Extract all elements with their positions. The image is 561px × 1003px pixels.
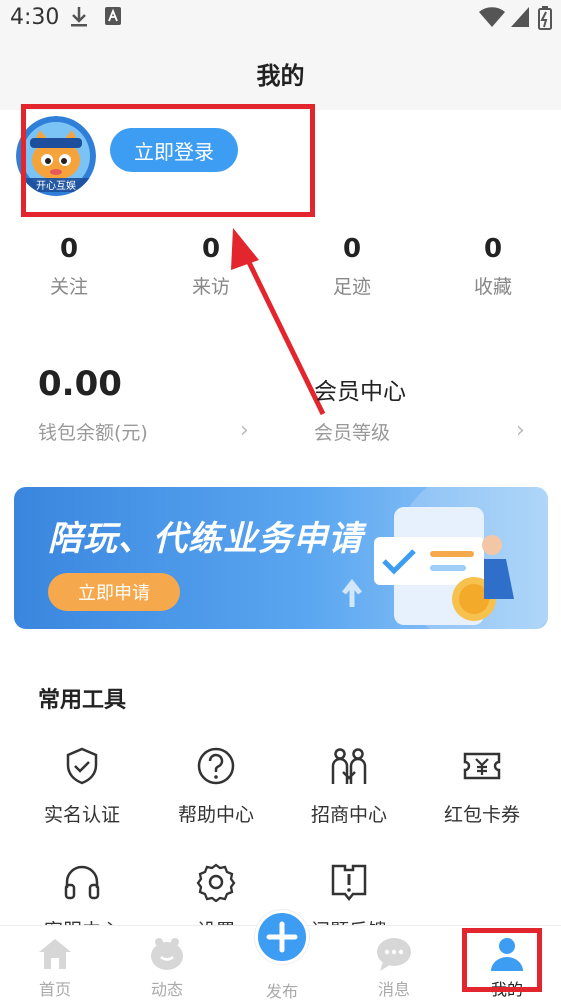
tab-mine[interactable]: 我的 — [462, 926, 552, 1003]
tab-home[interactable]: 首页 — [10, 926, 100, 1003]
tool-label: 实名认证 — [43, 804, 120, 826]
tool-investment-center[interactable]: 招商中心 — [279, 746, 419, 827]
stat-following[interactable]: 0 关注 — [24, 234, 114, 299]
service-banner[interactable]: 陪玩、代练业务申请 立即申请 — [14, 487, 548, 629]
stat-value: 0 — [483, 234, 503, 264]
tab-dynamic[interactable]: 动态 — [122, 926, 212, 1003]
user-icon — [491, 938, 523, 971]
shield-check-icon — [66, 747, 98, 785]
tool-real-name-auth[interactable]: 实名认证 — [12, 746, 152, 827]
status-bar: 4:30 — [0, 0, 561, 36]
stat-visitors[interactable]: 0 来访 — [166, 234, 256, 299]
header: 我的 — [0, 36, 561, 110]
member-label: 会员等级 — [314, 422, 391, 444]
tab-label: 我的 — [490, 980, 523, 999]
apply-now-button[interactable]: 立即申请 — [48, 573, 180, 611]
stat-value: 0 — [201, 234, 221, 264]
help-circle-icon — [197, 747, 235, 785]
wallet-amount: 0.00 — [38, 364, 122, 404]
battery-icon — [538, 6, 552, 30]
signal-icon — [511, 7, 529, 27]
stat-label: 来访 — [191, 276, 230, 298]
home-icon — [39, 939, 71, 969]
stat-label: 关注 — [49, 276, 88, 298]
tool-label: 招商中心 — [310, 804, 387, 826]
chevron-right-icon: › — [516, 418, 525, 443]
a-box-icon — [105, 7, 121, 25]
wifi-icon — [479, 7, 505, 27]
plus-icon — [266, 921, 298, 953]
page-title: 我的 — [256, 62, 305, 90]
tab-label: 发布 — [265, 982, 298, 1001]
tool-help-center[interactable]: 帮助中心 — [146, 746, 286, 827]
people-icon — [331, 748, 367, 784]
tab-messages[interactable]: 消息 — [349, 926, 439, 1003]
stat-label: 足迹 — [332, 276, 371, 298]
banner-title: 陪玩、代练业务申请 — [48, 519, 363, 559]
tool-label: 红包卡券 — [443, 804, 520, 826]
stat-label: 收藏 — [473, 276, 512, 298]
gear-icon — [196, 863, 236, 902]
wallet-label: 钱包余额(元) — [38, 422, 148, 444]
stat-value: 0 — [342, 234, 362, 264]
bottom-tab-bar: 首页 动态 发布 消息 我的 — [0, 910, 561, 1003]
svg-text:开心互娱: 开心互娱 — [36, 179, 76, 192]
tool-label: 帮助中心 — [177, 804, 254, 826]
message-icon — [377, 938, 411, 971]
stat-favorites[interactable]: 0 收藏 — [448, 234, 538, 299]
login-button[interactable]: 立即登录 — [110, 128, 238, 172]
publish-button[interactable] — [255, 910, 309, 964]
chevron-right-icon: › — [240, 418, 249, 443]
banner-illustration — [342, 487, 548, 629]
avatar-image: 开心互娱 — [16, 116, 96, 196]
stat-footprints[interactable]: 0 足迹 — [307, 234, 397, 299]
download-icon — [71, 7, 87, 27]
stat-value: 0 — [59, 234, 79, 264]
member-title: 会员中心 — [314, 379, 406, 405]
tool-coupons[interactable]: 红包卡券 — [412, 746, 552, 827]
tab-label: 首页 — [38, 980, 71, 999]
tab-label: 动态 — [150, 980, 183, 999]
avatar[interactable]: 开心互娱 — [16, 116, 96, 196]
tab-label: 消息 — [377, 980, 410, 999]
tools-section-title: 常用工具 — [38, 688, 127, 713]
dynamic-icon — [151, 938, 183, 970]
headset-icon — [64, 865, 100, 900]
status-time: 4:30 — [10, 5, 60, 30]
coupon-icon — [463, 752, 501, 780]
feedback-icon — [331, 864, 367, 902]
